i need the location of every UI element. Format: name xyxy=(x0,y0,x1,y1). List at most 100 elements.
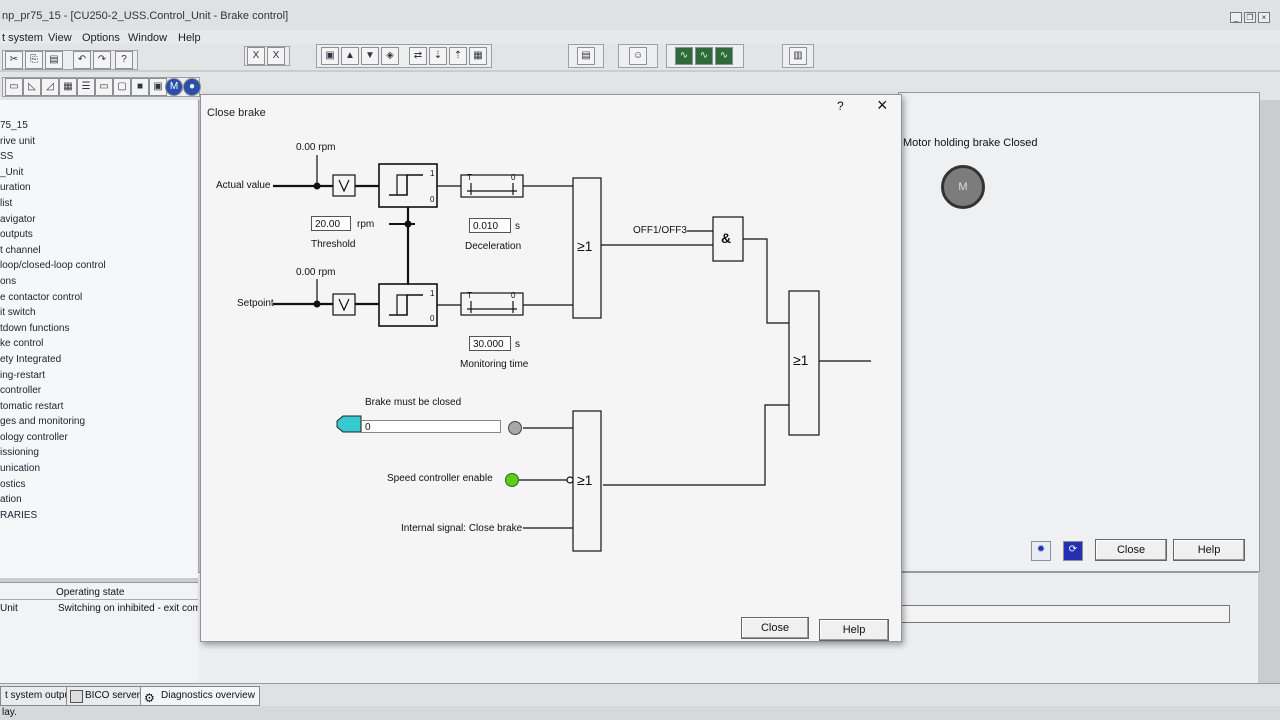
reset-x2-icon[interactable]: X xyxy=(267,47,285,65)
connect-icon[interactable]: ▣ xyxy=(321,47,339,65)
tool-icon-7[interactable]: ▢ xyxy=(113,78,131,96)
timer2-0: 0 xyxy=(511,291,516,300)
tab-diagnostics-label: Diagnostics overview xyxy=(161,690,255,701)
brake-status-label: Motor holding brake Closed xyxy=(903,137,1038,149)
tree-item[interactable]: uration xyxy=(0,182,198,198)
load-to-device-icon[interactable]: ▼ xyxy=(361,47,379,65)
redo-icon[interactable]: ↷ xyxy=(93,51,111,69)
state-row-value: Switching on inhibited - exit commis xyxy=(58,603,217,614)
deceleration-input[interactable]: 0.010 xyxy=(469,218,511,233)
compile-icon[interactable]: ◈ xyxy=(381,47,399,65)
tab-bico-server[interactable]: BICO server xyxy=(66,686,146,706)
tree-item[interactable]: rive unit xyxy=(0,136,198,152)
tree-item[interactable]: it switch xyxy=(0,307,198,323)
tree-item[interactable]: tomatic restart xyxy=(0,401,198,417)
tree-item[interactable]: ges and monitoring xyxy=(0,416,198,432)
paste-icon[interactable]: ▤ xyxy=(45,51,63,69)
undo-icon[interactable]: ↶ xyxy=(73,51,91,69)
users-icon[interactable]: ☺ xyxy=(629,47,647,65)
tree-item[interactable]: unication xyxy=(0,463,198,479)
menu-item-window[interactable]: Window xyxy=(128,32,167,44)
scope-icon[interactable]: ∿ xyxy=(695,47,713,65)
panel-icon[interactable]: ▥ xyxy=(789,47,807,65)
operating-state-table: Operating state Unit Switching on inhibi… xyxy=(0,582,216,683)
deceleration-label: Deceleration xyxy=(465,241,522,252)
tab-diagnostics-overview[interactable]: ⚙ Diagnostics overview xyxy=(140,686,260,706)
tree-item[interactable]: RARIES xyxy=(0,510,198,526)
stop-icon[interactable]: ● xyxy=(183,78,201,96)
project-tree: 75_15 rive unit SS _Unit uration list avigator… xyxy=(0,100,199,578)
cut-icon[interactable]: ✂ xyxy=(5,51,23,69)
panel-close-button[interactable]: Close xyxy=(1095,539,1167,561)
tool-icon-5[interactable]: ☰ xyxy=(77,78,95,96)
dialog-close-button[interactable]: Close xyxy=(741,617,809,639)
table-icon[interactable]: ▤ xyxy=(577,47,595,65)
comparator-actual xyxy=(378,163,438,208)
tree-item[interactable]: SS xyxy=(0,151,198,167)
network-icon[interactable]: ⇄ xyxy=(409,47,427,65)
speed-controller-enable-label: Speed controller enable xyxy=(387,473,493,484)
tree-item[interactable]: loop/closed-loop control xyxy=(0,260,198,276)
tree-item[interactable]: ation xyxy=(0,494,198,510)
panel-help-button[interactable]: Help xyxy=(1173,539,1245,561)
menu-item-options[interactable]: Options xyxy=(82,32,120,44)
menu-item-system[interactable]: t system xyxy=(2,32,43,44)
tree-item[interactable]: controller xyxy=(0,385,198,401)
tab-bico-label: BICO server xyxy=(85,690,141,701)
brake-must-be-closed-label: Brake must be closed xyxy=(365,397,462,408)
restore-button[interactable]: ❐ xyxy=(1244,12,1256,23)
junction-actual xyxy=(313,182,321,190)
context-help-icon[interactable]: ? xyxy=(115,51,133,69)
tree-item[interactable]: _Unit xyxy=(0,167,198,183)
upload-icon[interactable]: ⇡ xyxy=(449,47,467,65)
bico-icon xyxy=(70,690,83,703)
tool-icon-1[interactable]: ▭ xyxy=(5,78,23,96)
minimize-button[interactable]: _ xyxy=(1230,12,1242,23)
settings-icon[interactable]: ✹ xyxy=(1031,541,1051,561)
close-brake-dialog: Close brake ? × 0.00 rpm Actual value 1 … xyxy=(200,94,902,642)
tree-item[interactable]: ostics xyxy=(0,479,198,495)
tree-item[interactable]: ke control xyxy=(0,338,198,354)
threshold-unit: rpm xyxy=(357,219,375,230)
comp1-out-0: 0 xyxy=(430,195,435,204)
reset-x-icon[interactable]: X xyxy=(247,47,265,65)
tree-item[interactable]: ology controller xyxy=(0,432,198,448)
dialog-help-button[interactable]: Help xyxy=(819,619,889,641)
measure-icon[interactable]: ∿ xyxy=(715,47,733,65)
tree-item[interactable]: outputs xyxy=(0,229,198,245)
close-window-button[interactable]: × xyxy=(1258,12,1270,23)
copy-icon[interactable]: ⎘ xyxy=(25,51,43,69)
tree-item[interactable]: ons xyxy=(0,276,198,292)
load-to-pg-icon[interactable]: ▲ xyxy=(341,47,359,65)
users-toolbar: ☺ xyxy=(618,44,658,68)
menu-item-view[interactable]: View xyxy=(48,32,72,44)
timer2-T: T xyxy=(467,291,472,300)
tree-item[interactable]: 75_15 xyxy=(0,120,198,136)
tree-item[interactable]: ety Integrated xyxy=(0,354,198,370)
view-toolbar: ▭ ◺ ◿ ▦ ☰ ▭ ▢ ■ ▣ M ● xyxy=(2,77,201,97)
trace-icon[interactable]: ∿ xyxy=(675,47,693,65)
tree-item[interactable]: t channel xyxy=(0,245,198,261)
tool-icon-3[interactable]: ◿ xyxy=(41,78,59,96)
tool-icon-6[interactable]: ▭ xyxy=(95,78,113,96)
window-titlebar: np_pr75_15 - [CU250-2_USS.Control_Unit -… xyxy=(0,0,1280,31)
module-icon[interactable]: M xyxy=(165,78,183,96)
tool-icon-8[interactable]: ■ xyxy=(131,78,149,96)
download-icon[interactable]: ⇣ xyxy=(429,47,447,65)
tree-item[interactable]: tdown functions xyxy=(0,323,198,339)
tree-item[interactable]: issioning xyxy=(0,447,198,463)
and-gate-label: & xyxy=(721,230,732,246)
threshold-label: Threshold xyxy=(311,239,356,250)
device-icon[interactable]: ▦ xyxy=(469,47,487,65)
tree-item[interactable]: avigator xyxy=(0,214,198,230)
threshold-input[interactable]: 20.00 xyxy=(311,216,351,231)
tree-item[interactable]: list xyxy=(0,198,198,214)
bottom-tabs: t system output BICO server ⚙ Diagnostic… xyxy=(0,683,1280,706)
menu-item-help[interactable]: Help xyxy=(178,32,201,44)
tool-icon-4[interactable]: ▦ xyxy=(59,78,77,96)
tree-item[interactable]: e contactor control xyxy=(0,292,198,308)
tool-icon-2[interactable]: ◺ xyxy=(23,78,41,96)
tree-item[interactable]: ing-restart xyxy=(0,370,198,386)
refresh-icon[interactable]: ⟳ xyxy=(1063,541,1083,561)
monitoring-time-input[interactable]: 30.000 xyxy=(469,336,511,351)
